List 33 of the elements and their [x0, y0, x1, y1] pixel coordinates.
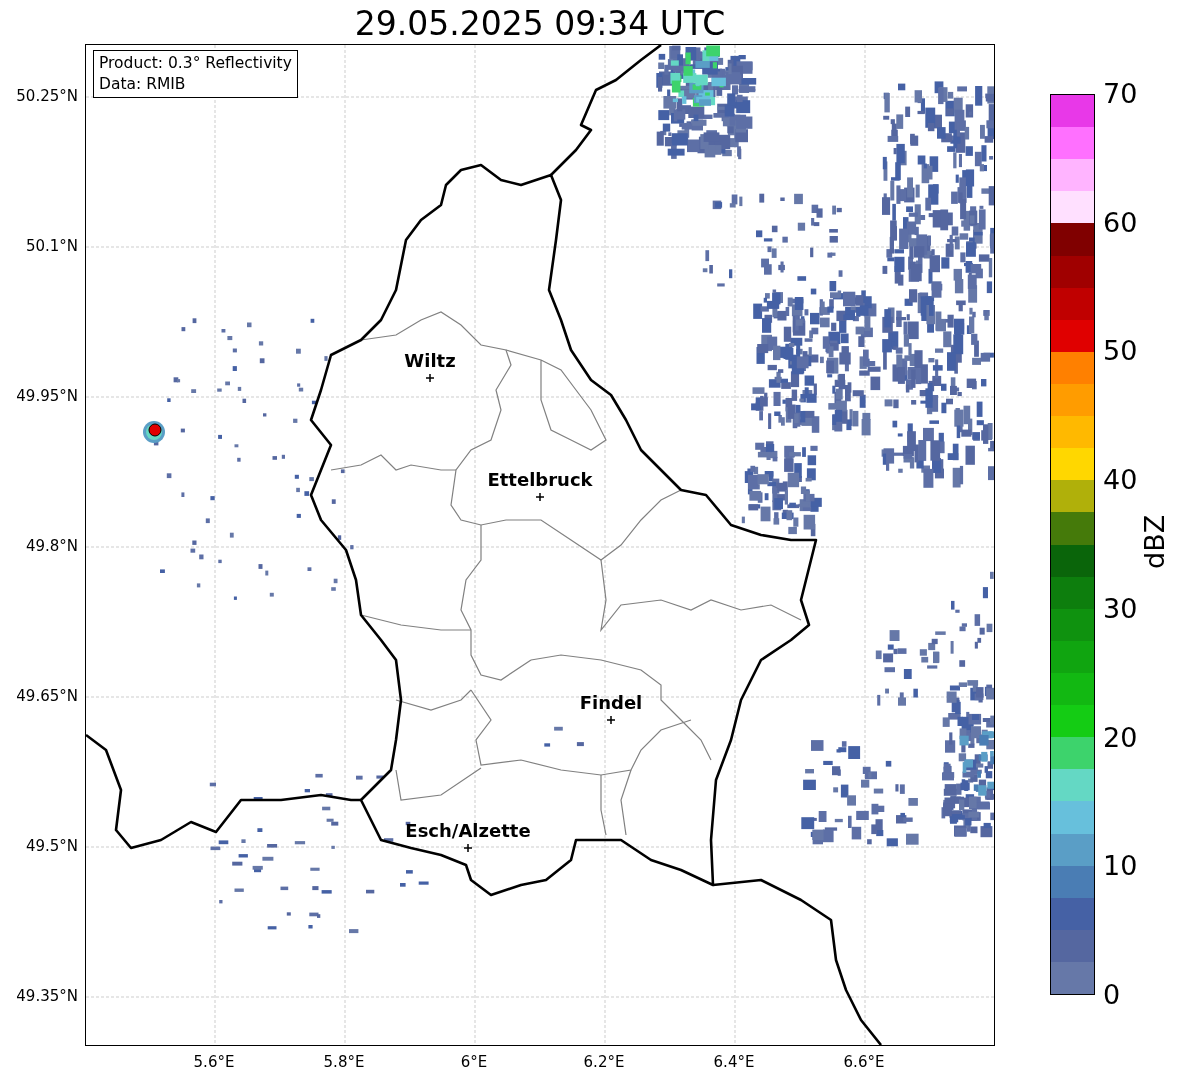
axis-tick-label: 49.5°N	[25, 837, 78, 855]
colorbar-tick-label: 20	[1103, 721, 1138, 754]
axis-tick-label: 6.6°E	[843, 1053, 885, 1071]
axis-tick-label: 5.6°E	[193, 1053, 235, 1071]
city-label: Esch/Alzette	[405, 820, 531, 842]
axis-tick-label: 50.25°N	[16, 87, 78, 105]
city-label: Findel	[579, 692, 643, 714]
colorbar-label: dBZ	[1139, 514, 1171, 569]
axis-tick-label: 6°E	[460, 1053, 488, 1071]
colorbar-tick-label: 40	[1103, 464, 1138, 497]
colorbar-tick-label: 70	[1103, 78, 1138, 110]
colorbar-tick-label: 10	[1103, 850, 1138, 883]
plus-icon	[426, 374, 434, 382]
axis-tick-label: 50.1°N	[25, 237, 78, 255]
city-label: Wiltz	[404, 350, 456, 372]
info-text: Data: RMIB	[99, 74, 187, 95]
axis-tick-label: 6.2°E	[583, 1053, 625, 1071]
axis-tick-label: 49.65°N	[16, 687, 78, 705]
axis-tick-label: 6.4°E	[713, 1053, 755, 1071]
chart-title: 29.05.2025 09:34 UTC	[354, 4, 726, 44]
plus-icon	[607, 716, 615, 724]
colorbar-tick-label: 0	[1103, 979, 1121, 1011]
plus-icon	[464, 844, 472, 852]
colorbar-tick-label: 60	[1103, 206, 1138, 239]
colorbar-tick-label: 30	[1103, 592, 1138, 625]
colorbar-tick-label: 50	[1103, 335, 1138, 368]
plus-icon	[536, 493, 544, 501]
axis-tick-label: 49.8°N	[25, 537, 78, 555]
axis-tick-label: 49.95°N	[16, 387, 78, 405]
city-label: Ettelbruck	[487, 469, 593, 491]
info-text: Product: 0.3° Reflectivity	[99, 53, 292, 74]
axis-tick-label: 49.35°N	[16, 987, 78, 1005]
axis-tick-label: 5.8°E	[323, 1053, 365, 1071]
